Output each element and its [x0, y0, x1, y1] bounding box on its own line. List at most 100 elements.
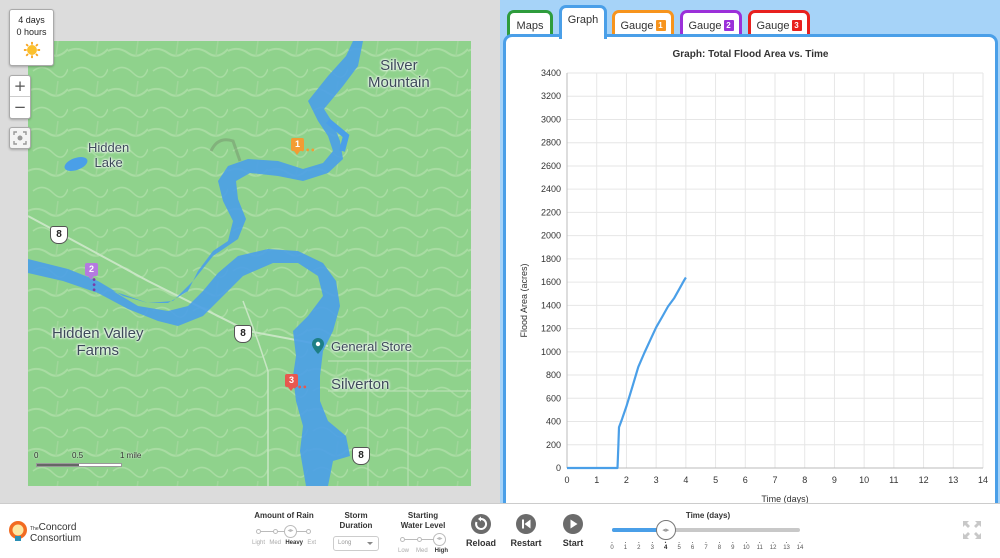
label-general-store: General Store: [331, 339, 412, 354]
water-option-med[interactable]: Med: [416, 548, 428, 554]
time-tick-label[interactable]: 7: [701, 540, 711, 551]
scale-label-mile: 1 mile: [120, 451, 142, 460]
logo-line1: Concord: [38, 522, 77, 533]
zoom-out-button[interactable]: −: [10, 97, 30, 118]
storm-duration-select[interactable]: Long: [333, 536, 379, 551]
x-tick-label: 12: [919, 475, 929, 485]
x-tick-label: 9: [832, 475, 837, 485]
gauge-2-marker[interactable]: 2: [85, 263, 98, 280]
x-tick-label: 8: [802, 475, 807, 485]
time-tick-label[interactable]: 10: [741, 540, 751, 551]
time-slider-track[interactable]: [612, 528, 800, 532]
rain-slider[interactable]: ◂▸: [256, 525, 312, 539]
label-silverton: Silverton: [331, 376, 390, 393]
y-tick-label: 1800: [541, 254, 561, 264]
rain-option-light[interactable]: Light: [252, 540, 265, 546]
map-view[interactable]: Silver Mountain Hidden Lake Hidden Valle…: [28, 41, 471, 486]
zoom-in-button[interactable]: +: [10, 76, 30, 97]
water-level-slider[interactable]: ◂▸: [400, 533, 446, 547]
time-tick-label[interactable]: 8: [714, 540, 724, 551]
y-tick-label: 1600: [541, 277, 561, 287]
scale-bar: [36, 463, 122, 467]
gauge-1-line: •••: [300, 146, 316, 155]
logo-line2: Consortium: [30, 533, 82, 544]
y-tick-label: 400: [546, 417, 561, 427]
time-tick-label[interactable]: 0: [607, 540, 617, 551]
water-option-low[interactable]: Low: [398, 548, 409, 554]
rain-slider-handle[interactable]: ◂▸: [284, 525, 297, 538]
time-tick-label[interactable]: 9: [728, 540, 738, 551]
y-tick-label: 2800: [541, 138, 561, 148]
y-tick-label: 0: [556, 463, 561, 473]
label-silver-mountain: Silver Mountain: [368, 57, 430, 92]
x-tick-label: 4: [683, 475, 688, 485]
storm-duration-control: Storm Duration Long: [325, 504, 387, 558]
restart-label: Restart: [510, 538, 542, 548]
x-tick-label: 3: [654, 475, 659, 485]
water-option-high[interactable]: High: [435, 548, 448, 554]
elapsed-hours: 0 hours: [16, 27, 47, 37]
rain-option-med[interactable]: Med: [269, 540, 281, 546]
graph-panel: Maps Graph Gauge 1 Gauge 2 Gauge 3 Graph: T…: [500, 0, 1000, 506]
time-tick-label[interactable]: 6: [688, 540, 698, 551]
x-tick-label: 13: [948, 475, 958, 485]
general-store-pin-icon[interactable]: [312, 338, 324, 354]
gauge-3-line: •••: [292, 383, 308, 392]
time-tick-label[interactable]: 11: [755, 540, 765, 551]
gauge-3-badge: 3: [791, 20, 802, 31]
start-label: Start: [562, 538, 584, 548]
gauge-1-badge: 1: [655, 20, 666, 31]
time-tick-label[interactable]: 13: [782, 540, 792, 551]
time-tick-label[interactable]: 14: [795, 540, 805, 551]
y-tick-label: 3000: [541, 114, 561, 124]
scale-label-half: 0.5: [72, 451, 84, 460]
y-tick-label: 2400: [541, 184, 561, 194]
y-tick-label: 800: [546, 370, 561, 380]
concord-consortium-logo: TheConcord Consortium: [8, 520, 98, 548]
rain-option-heavy[interactable]: Heavy: [285, 540, 303, 546]
time-slider[interactable]: Time (days) ◂▸ 01234567891011121314: [608, 504, 808, 558]
x-tick-label: 5: [713, 475, 718, 485]
elapsed-days: 4 days: [18, 15, 45, 25]
gauge-2-line: •••: [89, 277, 98, 293]
water-level-control: Starting Water Level ◂▸ Low Med High: [390, 504, 456, 558]
x-tick-label: 2: [624, 475, 629, 485]
restart-button[interactable]: Restart: [506, 514, 546, 548]
reload-button[interactable]: Reload: [461, 514, 501, 548]
tab-label: Gauge: [688, 20, 722, 32]
tab-graph[interactable]: Graph: [559, 5, 607, 39]
y-tick-label: 1400: [541, 300, 561, 310]
y-tick-label: 3200: [541, 91, 561, 101]
flood-area-chart: 0 200 400 600 800 1000 1200 1400 1600 1800 2000 220…: [519, 68, 988, 504]
rain-option-ext[interactable]: Ext: [307, 540, 316, 546]
water-level-title: Starting Water Level: [400, 511, 446, 530]
time-tick-label[interactable]: 4: [661, 540, 671, 551]
water-level-slider-handle[interactable]: ◂▸: [433, 533, 446, 546]
scale-label-0: 0: [34, 451, 39, 460]
time-tick-label[interactable]: 3: [647, 540, 657, 551]
time-tick-label[interactable]: 2: [634, 540, 644, 551]
x-tick-label: 1: [594, 475, 599, 485]
label-hidden-lake: Hidden Lake: [88, 140, 130, 170]
reload-icon: [475, 516, 488, 530]
time-tick-label[interactable]: 1: [620, 540, 630, 551]
time-tick-label[interactable]: 12: [768, 540, 778, 551]
app-root: Silver Mountain Hidden Lake Hidden Valle…: [0, 0, 1000, 558]
reload-label: Reload: [465, 538, 496, 548]
x-tick-label: 7: [772, 475, 777, 485]
x-tick-label: 11: [889, 475, 898, 485]
time-slider-ticks: 01234567891011121314: [608, 540, 808, 554]
time-tick-label[interactable]: 5: [674, 540, 684, 551]
tab-label: Maps: [516, 20, 544, 32]
y-tick-label: 2000: [541, 231, 561, 241]
recenter-button[interactable]: [9, 127, 31, 149]
gauge-2-badge: 2: [723, 20, 734, 31]
fullscreen-icon[interactable]: [962, 520, 982, 540]
start-button[interactable]: Start: [553, 514, 593, 548]
label-hidden-valley-farms: Hidden Valley Farms: [52, 325, 144, 360]
map-scale: 0 0.5 1 mile: [34, 451, 154, 471]
rain-control: Amount of Rain ◂▸ Light Med Heavy Ext: [248, 504, 320, 558]
route-8-shield: 8: [352, 447, 370, 465]
time-slider-handle[interactable]: ◂▸: [655, 520, 676, 540]
route-8-shield: 8: [50, 226, 68, 244]
